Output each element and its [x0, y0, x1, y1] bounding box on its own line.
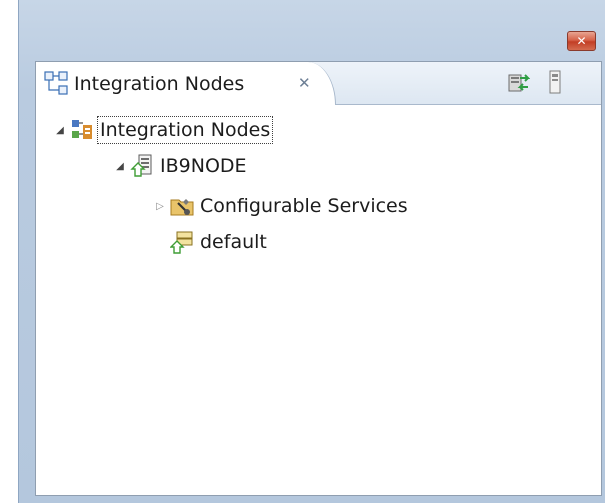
- tab-close-icon[interactable]: ✕: [298, 74, 311, 92]
- integration-server-icon: [170, 231, 193, 254]
- integration-nodes-icon: [44, 71, 68, 95]
- view-tab-bar: Integration Nodes ✕: [36, 62, 601, 105]
- tree-item-configurable-services[interactable]: ▷ Configurable Services: [154, 190, 408, 222]
- window-frame: ✕ Integration Nodes ✕ ◢ Integration Node…: [18, 0, 605, 503]
- tab-integration-nodes[interactable]: Integration Nodes ✕: [36, 62, 336, 105]
- tree-item-default[interactable]: default: [166, 226, 267, 258]
- tree-item-integration-nodes[interactable]: ◢ Integration Nodes: [54, 114, 274, 146]
- expand-triangle-icon[interactable]: ▷: [154, 201, 166, 212]
- tree-item-label: Integration Nodes: [96, 116, 274, 144]
- connect-nodes-icon[interactable]: [506, 71, 530, 95]
- tree-item-ib9node[interactable]: ◢ IB9NODE: [114, 150, 247, 182]
- collapse-triangle-icon[interactable]: ◢: [54, 125, 66, 136]
- tree-item-label: default: [200, 231, 267, 253]
- collapse-triangle-icon[interactable]: ◢: [114, 161, 126, 172]
- integration-node-icon: [130, 154, 152, 177]
- tab-label: Integration Nodes: [74, 73, 245, 95]
- integration-nodes-view: Integration Nodes ✕ ◢ Integration Nodes …: [35, 61, 602, 496]
- close-icon: ✕: [576, 34, 587, 48]
- tree-item-label: IB9NODE: [160, 155, 247, 177]
- view-menu-icon[interactable]: [548, 70, 562, 96]
- configurable-services-icon: [170, 199, 194, 216]
- integration-nodes-icon: [72, 120, 92, 139]
- window-close-button[interactable]: ✕: [567, 31, 596, 51]
- tree-item-label: Configurable Services: [200, 195, 408, 217]
